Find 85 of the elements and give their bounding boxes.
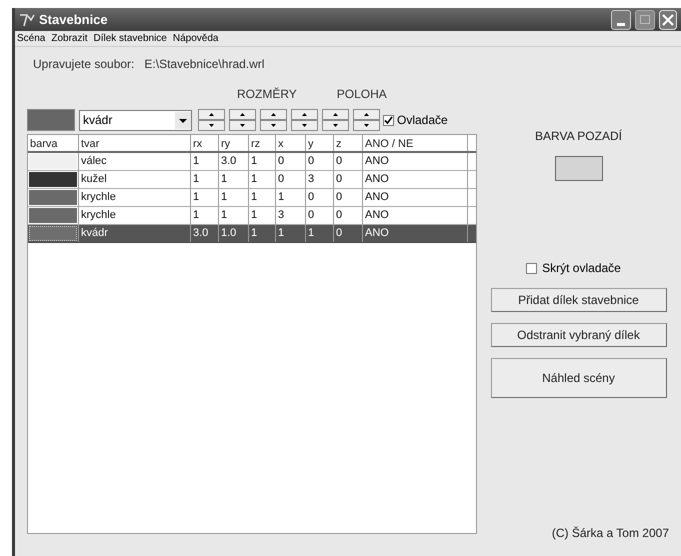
action-button[interactable]: Přidat dílek stavebnice [490, 288, 666, 312]
column-header[interactable]: rx [191, 135, 219, 151]
table-cell: 3 [276, 207, 306, 224]
maximize-button[interactable] [635, 10, 655, 30]
table-cell: krychle [79, 207, 191, 224]
table-cell: ANO [363, 153, 468, 170]
column-header[interactable]: tvar [79, 135, 191, 151]
table-cell: 0 [276, 171, 306, 188]
column-header[interactable]: z [334, 135, 363, 151]
minimize-button[interactable] [611, 10, 631, 30]
table-row[interactable]: krychle 1 1 1 1 0 0 ANO [28, 189, 476, 207]
spinner-control[interactable] [353, 109, 380, 131]
table-cell: 0 [334, 207, 363, 224]
spinner-control[interactable] [291, 109, 318, 131]
table-cell: 0 [276, 153, 306, 170]
action-button[interactable]: Odstranit vybraný dílek [490, 323, 666, 347]
column-header[interactable]: barva [28, 135, 79, 151]
table-cell: 0 [306, 153, 334, 170]
column-header[interactable]: rz [249, 135, 276, 151]
table-cell: 0 [334, 225, 363, 242]
group-label: ROZMĚRY [237, 86, 297, 101]
group-label: POLOHA [336, 86, 387, 101]
window-title: Stavebnice [39, 10, 108, 29]
table-cell: 0 [334, 189, 363, 206]
table-cell: 0 [306, 189, 334, 206]
checkbox-label: Ovladače [397, 112, 448, 129]
file-label: Upravujete soubor: [33, 56, 134, 73]
menu-item[interactable]: Zobrazit [51, 31, 88, 46]
table-cell: ANO [363, 225, 468, 242]
table-cell: ANO [363, 171, 468, 188]
table-row[interactable]: krychle 1 1 1 3 0 0 ANO [28, 207, 476, 225]
menu-item[interactable]: Dílek stavebnice [93, 31, 167, 46]
color-swatch[interactable] [27, 109, 75, 131]
table-cell: 1 [249, 207, 276, 224]
file-path: E:\Stavebnice\hrad.wrl [144, 56, 264, 73]
table-row[interactable]: kužel 1 1 1 0 3 0 ANO [28, 171, 476, 189]
table-cell: 1 [191, 207, 219, 224]
checkbox-label: Skrýt ovladače [542, 260, 621, 277]
background-color-swatch[interactable] [554, 156, 602, 181]
column-header[interactable]: y [306, 135, 334, 151]
column-header[interactable]: ry [219, 135, 249, 151]
table-cell: krychle [79, 189, 191, 206]
table-cell: 0 [334, 153, 363, 170]
table-cell: 1 [219, 189, 249, 206]
table-cell: 1 [276, 189, 306, 206]
checkbox[interactable] [526, 262, 538, 274]
table-cell: 3.0 [191, 225, 219, 242]
spinner-control[interactable] [229, 109, 256, 131]
table-cell: 1 [306, 225, 334, 242]
table-cell: 0 [334, 171, 363, 188]
table-cell: 1 [249, 171, 276, 188]
table-cell: válec [79, 153, 191, 170]
spinner-control[interactable] [260, 109, 287, 131]
table-cell: 1 [191, 189, 219, 206]
table-cell: 1 [191, 153, 219, 170]
table-cell: ANO [363, 207, 468, 224]
copyright-text: (C) Šárka a Tom 2007 [552, 525, 669, 542]
table-cell: 1 [219, 207, 249, 224]
table-row[interactable]: válec 1 3.0 1 0 0 0 ANO [28, 153, 476, 171]
table-cell: 1.0 [219, 225, 249, 242]
app-icon [19, 12, 35, 26]
background-color-label: BARVA POZADÍ [535, 128, 622, 145]
action-button[interactable]: Náhled scény [490, 358, 666, 398]
close-icon[interactable] [659, 10, 677, 30]
shape-dropdown[interactable]: kvádr [79, 110, 192, 130]
menu-item[interactable]: Scéna [17, 31, 46, 46]
column-header[interactable]: x [276, 135, 306, 151]
table-cell: 0 [306, 207, 334, 224]
table-cell: kvádr [79, 225, 191, 242]
menu-item[interactable]: Nápověda [172, 31, 218, 46]
table-cell: 1 [249, 189, 276, 206]
table-cell: 1 [249, 153, 276, 170]
table-cell: kužel [79, 171, 191, 188]
table-row[interactable]: kvádr 3.0 1.0 1 1 1 0 ANO [28, 225, 476, 243]
spinner-control[interactable] [198, 109, 225, 131]
column-header[interactable]: ANO / NE [363, 135, 468, 151]
table-cell: 3 [306, 171, 334, 188]
table-cell: 1 [249, 225, 276, 242]
table-cell: 1 [276, 225, 306, 242]
checkbox[interactable] [383, 114, 394, 126]
table-cell: 3.0 [219, 153, 249, 170]
table-cell: 1 [219, 171, 249, 188]
spinner-control[interactable] [322, 109, 349, 131]
table-cell: ANO [363, 189, 468, 206]
table-cell: 1 [191, 171, 219, 188]
